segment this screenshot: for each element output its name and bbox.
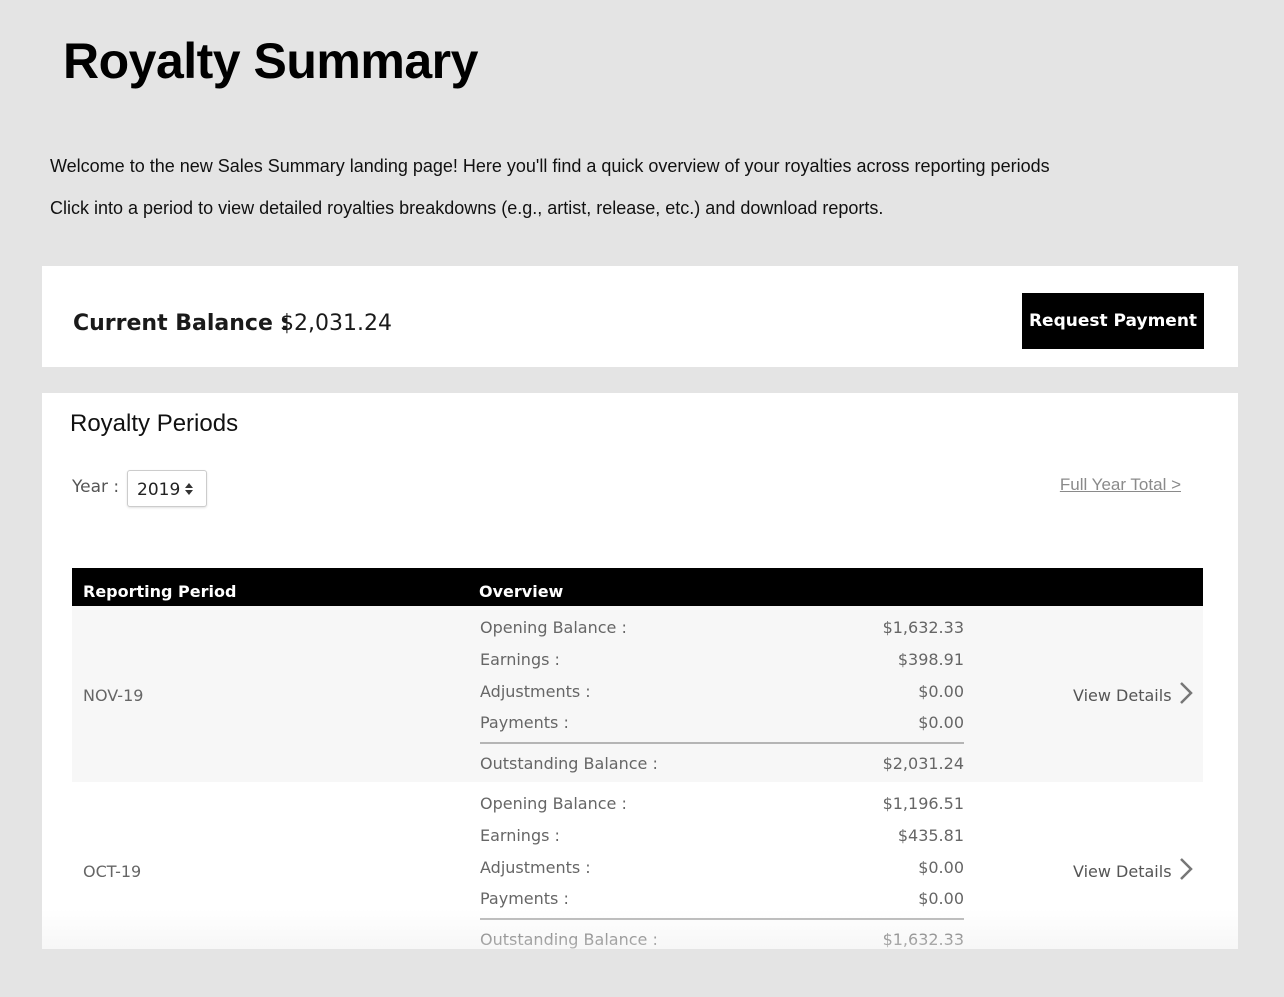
- reporting-period: OCT-19: [83, 862, 142, 881]
- adjustments-value: $0.00: [918, 858, 964, 877]
- intro-text: Welcome to the new Sales Summary landing…: [50, 156, 1050, 176]
- table-row: OCT-19 Opening Balance : $1,196.51 Earni…: [72, 782, 1203, 949]
- earnings-line: Earnings : $435.81: [480, 826, 964, 846]
- full-year-total-link[interactable]: Full Year Total >: [1060, 475, 1181, 495]
- earnings-label: Earnings :: [480, 826, 560, 845]
- payments-value: $0.00: [918, 889, 964, 908]
- view-details-link[interactable]: View Details: [1073, 686, 1172, 705]
- year-select-value: 2019: [137, 480, 181, 500]
- payments-line: Payments : $0.00: [480, 713, 964, 733]
- earnings-value: $398.91: [897, 650, 964, 669]
- outstanding-balance-value: $2,031.24: [882, 754, 964, 773]
- table-header: Reporting Period Overview: [72, 568, 1203, 606]
- opening-balance-line: Opening Balance : $1,196.51: [480, 794, 964, 814]
- payments-value: $0.00: [918, 713, 964, 732]
- payments-line: Payments : $0.00: [480, 889, 964, 909]
- table-row: NOV-19 Opening Balance : $1,632.33 Earni…: [72, 606, 1203, 782]
- page-title: Royalty Summary: [63, 33, 478, 89]
- overview-divider: [480, 918, 964, 920]
- earnings-line: Earnings : $398.91: [480, 650, 964, 670]
- adjustments-label: Adjustments :: [480, 682, 591, 701]
- royalty-periods-title: Royalty Periods: [70, 410, 239, 437]
- opening-balance-value: $1,632.33: [882, 618, 964, 637]
- chevron-right-icon[interactable]: [1178, 680, 1194, 706]
- opening-balance-line: Opening Balance : $1,632.33: [480, 618, 964, 638]
- opening-balance-value: $1,196.51: [882, 794, 964, 813]
- outstanding-balance-line: Outstanding Balance : $2,031.24: [480, 754, 964, 774]
- current-balance-label: Current Balance :: [73, 311, 290, 336]
- adjustments-label: Adjustments :: [480, 858, 591, 877]
- outstanding-balance-label: Outstanding Balance :: [480, 754, 658, 773]
- adjustments-line: Adjustments : $0.00: [480, 858, 964, 878]
- earnings-value: $435.81: [897, 826, 964, 845]
- overview-divider: [480, 742, 964, 744]
- year-select[interactable]: 2019: [127, 470, 207, 507]
- payments-label: Payments :: [480, 713, 569, 732]
- view-details-link[interactable]: View Details: [1073, 862, 1172, 881]
- chevron-right-icon[interactable]: [1178, 856, 1194, 882]
- current-balance-value: $2,031.24: [280, 311, 392, 336]
- outstanding-balance-label: Outstanding Balance :: [480, 930, 658, 949]
- adjustments-line: Adjustments : $0.00: [480, 682, 964, 702]
- opening-balance-label: Opening Balance :: [480, 618, 627, 637]
- adjustments-value: $0.00: [918, 682, 964, 701]
- royalty-periods-panel: Royalty Periods Year : 2019 Full Year To…: [42, 393, 1238, 949]
- year-label: Year :: [72, 477, 120, 497]
- updown-icon: [185, 483, 193, 495]
- outstanding-balance-value: $1,632.33: [882, 930, 964, 949]
- intro-instructions: Click into a period to view detailed roy…: [50, 198, 884, 218]
- column-header-overview: Overview: [479, 582, 564, 601]
- balance-panel: Current Balance : $2,031.24 Request Paym…: [42, 266, 1238, 367]
- opening-balance-label: Opening Balance :: [480, 794, 627, 813]
- reporting-period: NOV-19: [83, 686, 144, 705]
- request-payment-button[interactable]: Request Payment: [1022, 293, 1204, 349]
- earnings-label: Earnings :: [480, 650, 560, 669]
- payments-label: Payments :: [480, 889, 569, 908]
- outstanding-balance-line: Outstanding Balance : $1,632.33: [480, 930, 964, 949]
- column-header-reporting-period: Reporting Period: [83, 582, 237, 601]
